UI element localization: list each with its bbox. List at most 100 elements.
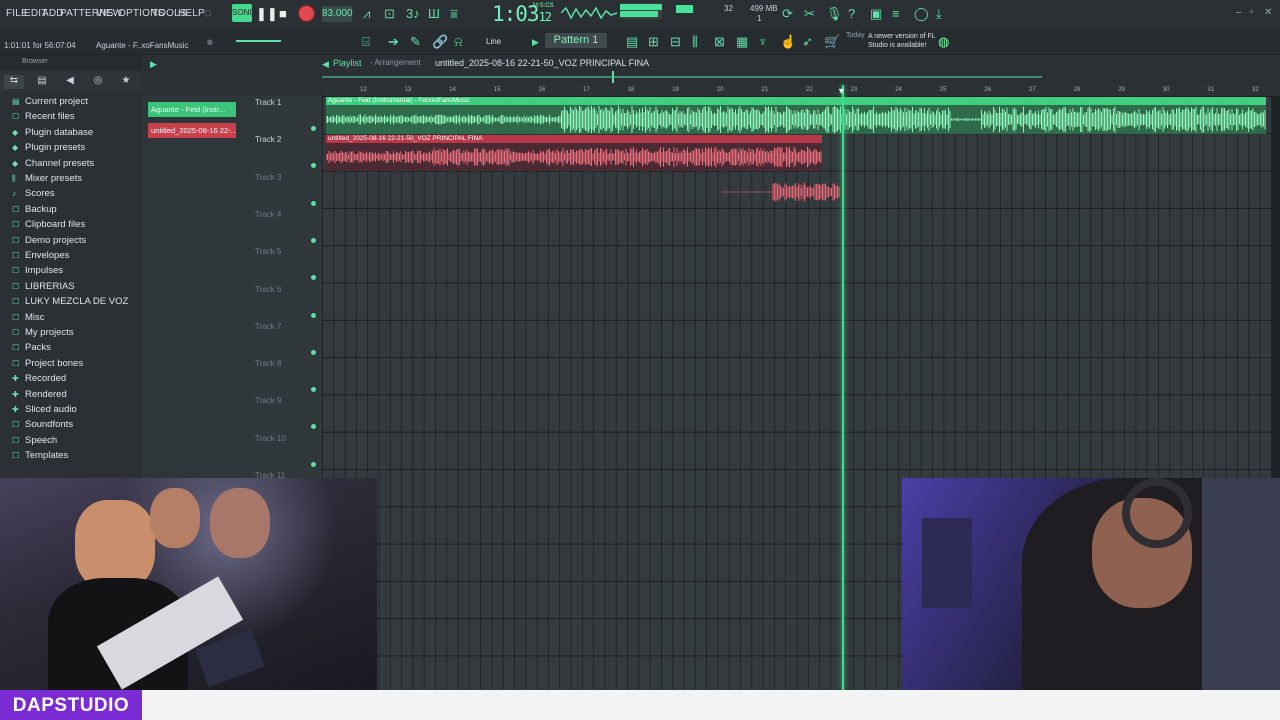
cart-icon[interactable]: 🛒 [824, 35, 840, 49]
track-mute-toggle[interactable] [311, 312, 316, 318]
track-name[interactable]: Track 2 [255, 135, 281, 144]
browser-item[interactable]: ☐ Backup [12, 204, 57, 215]
browser-icon[interactable]: ▦ [736, 35, 748, 49]
playlist-menu-icon[interactable]: ◀ [322, 57, 329, 71]
browser-db-tab-icon[interactable]: ◎ [88, 75, 108, 89]
menu-help[interactable]: HELP [178, 8, 205, 19]
refresh-icon[interactable]: ◌ [204, 6, 212, 20]
minimize-icon[interactable]: – [1236, 6, 1242, 20]
browser-item[interactable]: ☐ Clipboard files [12, 219, 85, 230]
maximize-icon[interactable]: ▫ [1250, 6, 1254, 20]
track-name[interactable]: Track 4 [255, 210, 281, 219]
tempo-display[interactable]: 83.000 [322, 6, 353, 22]
arrow-icon[interactable]: ➔ [388, 35, 399, 49]
play-icon[interactable]: ❚❚ [256, 7, 278, 21]
channel-clip-vocal[interactable]: untitled_2025-08-16 22-... [148, 123, 236, 138]
browser-item[interactable]: ◆ Plugin database [12, 127, 93, 138]
globe-icon[interactable]: ◍ [938, 35, 949, 49]
snap-select[interactable]: Line [486, 37, 501, 46]
browser-item[interactable]: ☐ Templates [12, 450, 68, 461]
track-mute-toggle[interactable] [311, 349, 316, 355]
mixer-icon[interactable]: ≡ [892, 7, 900, 21]
countdown-icon[interactable]: 3♪ [406, 7, 420, 21]
track-mute-toggle[interactable] [311, 126, 316, 131]
track-name[interactable]: Track 6 [255, 285, 281, 294]
browser-item[interactable]: ♪ Scores [12, 188, 55, 199]
clip-vocal[interactable]: untitled_2025-08-16 22-21-50_VOZ PRINCIP… [326, 135, 822, 171]
browser-item[interactable]: ◆ Plugin presets [12, 142, 85, 153]
browser-item[interactable]: ▤ Current project [12, 96, 88, 107]
track-name[interactable]: Track 5 [255, 247, 281, 256]
link-icon[interactable]: 🔗 [432, 35, 448, 49]
metronome-icon[interactable]: ⩘ [363, 7, 370, 21]
clip-instrumental[interactable]: Aguante - Feid (Instrumental) - FerxxoFa… [326, 97, 1266, 134]
browser-item[interactable]: ☐ LIBRERIAS [12, 281, 75, 292]
playlist-play-icon[interactable]: ▶ [150, 57, 157, 71]
browser-item[interactable]: ☐ Envelopes [12, 250, 69, 261]
track-name[interactable]: Track 9 [255, 396, 281, 405]
browser-item[interactable]: ✚ Rendered [12, 389, 67, 400]
master-volume-knob-icon[interactable]: ● [206, 35, 214, 49]
tag-icon[interactable]: ➶ [802, 35, 813, 49]
close-icon[interactable]: ✕ [1264, 6, 1272, 20]
cut-icon[interactable]: ✂ [804, 7, 815, 21]
browser-item[interactable]: ☐ Project bones [12, 358, 83, 369]
track-name[interactable]: Track 1 [255, 98, 281, 107]
track-mute-toggle[interactable] [311, 461, 316, 467]
browser-item[interactable]: ✚ Recorded [12, 373, 66, 384]
pencil-icon[interactable]: ✎ [410, 35, 421, 49]
track-mute-toggle[interactable] [311, 200, 316, 206]
browser-item[interactable]: ⫼ Mixer presets [12, 173, 82, 184]
browser-item[interactable]: ☐ Packs [12, 342, 51, 353]
wait-icon[interactable]: ⊡ [384, 7, 395, 21]
pattern-selector[interactable]: Pattern 1 [545, 33, 607, 48]
browser-favorites-tab-icon[interactable]: ★ [116, 75, 136, 89]
playlist-icon[interactable]: ▤ [626, 35, 638, 49]
news-text[interactable]: A newer version of FL Studio is availabl… [868, 32, 938, 50]
help-icon[interactable]: ? [848, 7, 855, 21]
browser-item[interactable]: ☐ Soundfonts [12, 419, 73, 430]
piano-icon[interactable]: ⌸ [362, 35, 370, 49]
track-name[interactable]: Track 7 [255, 322, 281, 331]
loop-record-icon[interactable]: ⩸ [450, 7, 458, 21]
track-name[interactable]: Track 8 [255, 359, 281, 368]
touch-icon[interactable]: ☝ [780, 35, 796, 49]
record-button[interactable] [299, 6, 314, 21]
browser-item[interactable]: ☐ Impulses [12, 265, 63, 276]
restart-icon[interactable]: ⟳ [782, 7, 793, 21]
browser-plugins-tab-icon[interactable]: ◀ [60, 75, 80, 89]
stop-icon[interactable]: ■ [279, 7, 287, 21]
browser-item[interactable]: ☐ Misc [12, 312, 45, 323]
step-sequencer-icon[interactable]: ⊞ [648, 35, 659, 49]
step-edit-icon[interactable]: Ш [428, 7, 440, 21]
mixer-view-icon[interactable]: ⫼ [692, 35, 698, 49]
browser-item[interactable]: ☐ Recent files [12, 111, 75, 122]
piano-roll-icon[interactable]: ⊟ [670, 35, 681, 49]
browser-all-tab-icon[interactable]: ⇆ [4, 75, 24, 89]
chat-icon[interactable]: ◯ [914, 7, 929, 21]
track-name[interactable]: Track 10 [255, 434, 286, 443]
playlist-arrangement[interactable]: - Arrangement [370, 58, 421, 67]
track-mute-toggle[interactable] [311, 237, 316, 243]
plugin-picker-icon[interactable]: ♆ [758, 35, 768, 49]
browser-item[interactable]: ☐ LUKY MEZCLA DE VOZ [12, 296, 128, 307]
track-name[interactable]: Track 3 [255, 173, 281, 182]
timeline-ruler[interactable] [322, 85, 1272, 96]
channel-clip-instrumental[interactable]: Aguante - Feid (Instr... [148, 102, 236, 117]
browser-item[interactable]: ☐ Speech [12, 435, 57, 446]
playlist-overview-scrollbar[interactable] [322, 70, 1272, 84]
prev-pattern-icon[interactable]: ▶ [532, 35, 539, 49]
channel-rack-icon[interactable]: ⊠ [714, 35, 725, 49]
download-icon[interactable]: ⤓ [936, 7, 942, 21]
browser-item[interactable]: ◆ Channel presets [12, 158, 94, 169]
browser-files-tab-icon[interactable]: ▤ [32, 75, 52, 89]
browser-item[interactable]: ☐ My projects [12, 327, 74, 338]
stamp-icon[interactable]: ⍾ [454, 35, 463, 49]
microphone-icon[interactable]: 🎙 [826, 7, 843, 21]
save-icon[interactable]: ▣ [870, 7, 882, 21]
browser-item[interactable]: ☐ Demo projects [12, 235, 86, 246]
song-mode-icon[interactable]: SONG [232, 4, 256, 22]
master-pitch-slider[interactable] [236, 40, 281, 42]
playhead-marker-icon[interactable]: ▼ [837, 84, 846, 98]
playhead[interactable] [842, 85, 844, 690]
